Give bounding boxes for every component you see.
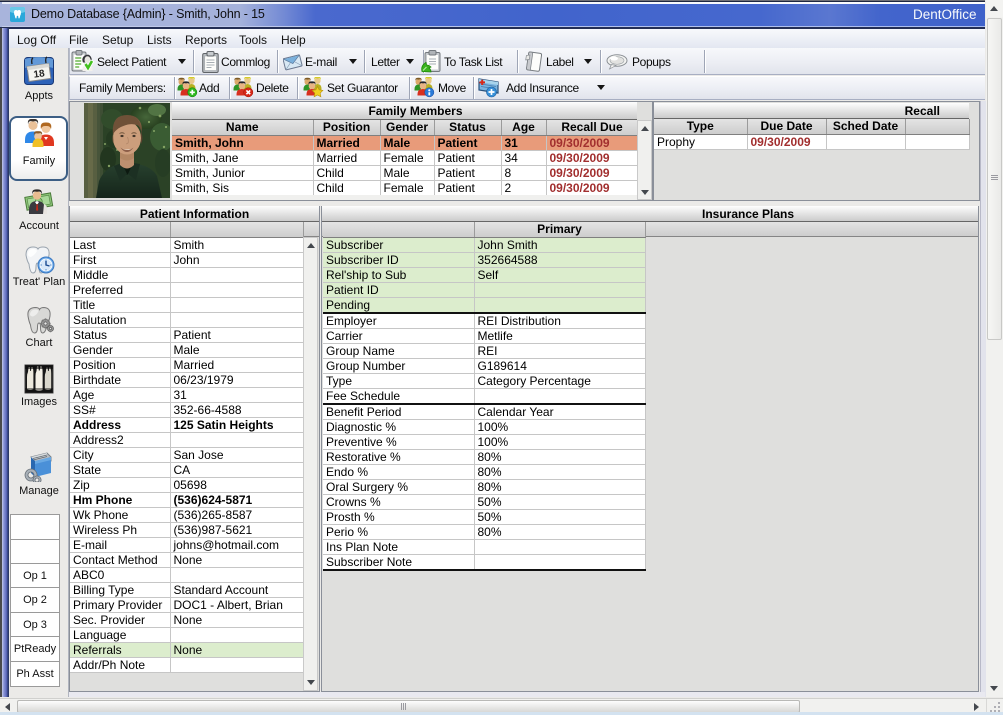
svg-text:18: 18 (33, 68, 46, 81)
